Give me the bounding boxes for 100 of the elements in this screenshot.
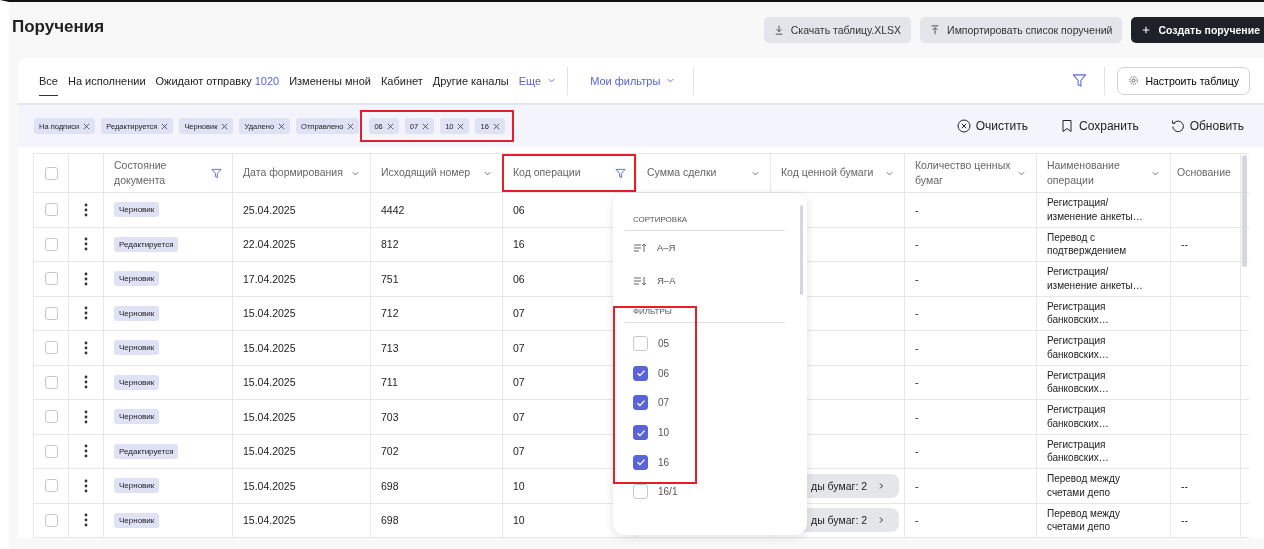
close-icon[interactable] [83, 122, 91, 130]
more-icon[interactable] [84, 306, 88, 321]
row-checkbox[interactable] [44, 375, 58, 389]
filter-option[interactable]: 07 [625, 388, 670, 418]
more-icon[interactable] [84, 444, 88, 459]
more-icon[interactable] [84, 478, 88, 493]
table-cell-text: Регистрация банковских… [1047, 403, 1110, 431]
more-menu[interactable]: Еще [513, 58, 562, 103]
table-cell: 15.04.2025 [243, 376, 296, 389]
tab[interactable]: Ожидают отправку 1020 [150, 58, 285, 103]
table-cell: 07 [513, 376, 525, 389]
table-cell-text: Регистрация/ изменение анкеты… [1047, 265, 1144, 293]
table-cell: 17.04.2025 [243, 272, 296, 285]
checkbox[interactable] [633, 425, 648, 441]
filters-menu[interactable]: Мои фильтры [574, 58, 688, 103]
table-cell: 812 [381, 238, 399, 251]
row-checkbox[interactable] [44, 444, 58, 458]
tab[interactable]: На исполнении [62, 58, 151, 103]
row-checkbox[interactable] [44, 513, 58, 527]
row-checkbox[interactable] [44, 203, 58, 217]
close-icon[interactable] [161, 122, 169, 130]
table-cell-text: Регистрация банковских… [1047, 334, 1110, 362]
table-cell: 15.04.2025 [243, 307, 296, 320]
row-checkbox[interactable] [44, 341, 58, 355]
filter-icon[interactable] [211, 167, 222, 179]
filter-action-button[interactable]: Очистить [950, 118, 1034, 134]
table-cell-text: Регистрация банковских… [1047, 299, 1110, 327]
more-icon[interactable] [84, 237, 88, 252]
status-badge: Редактируется [114, 443, 179, 459]
column-header[interactable]: Состояние документа [103, 154, 232, 192]
filter-action-button[interactable]: Обновить [1164, 118, 1250, 134]
filter-option[interactable]: 05 [625, 329, 670, 359]
table-cell: 16 [513, 238, 525, 251]
checkbox[interactable] [633, 336, 648, 352]
action-button[interactable]: Создать поручение [1131, 17, 1264, 43]
scrollbar[interactable] [1242, 155, 1247, 267]
sort-option[interactable]: Я–А [625, 264, 676, 297]
row-checkbox[interactable] [44, 272, 58, 286]
table-cell: 22.04.2025 [243, 238, 296, 251]
checkbox[interactable] [633, 365, 648, 381]
table-cell: 15.04.2025 [243, 479, 296, 492]
more-icon[interactable] [84, 409, 88, 424]
filter-option[interactable]: 16/1 [625, 476, 678, 507]
table-cell: 15.04.2025 [243, 410, 296, 423]
page-title: Поручения [12, 17, 106, 37]
checkbox[interactable] [633, 395, 648, 411]
more-icon[interactable] [84, 340, 88, 355]
table-cell: -- [1181, 238, 1188, 251]
filter-option[interactable]: 06 [625, 358, 670, 389]
more-icon[interactable] [84, 513, 88, 528]
close-icon[interactable] [278, 122, 286, 130]
filter-option[interactable]: 10 [625, 417, 670, 448]
column-header[interactable]: Код операции [502, 154, 636, 192]
close-icon[interactable] [386, 122, 394, 130]
tab[interactable]: Изменены мной [284, 58, 376, 103]
close-icon[interactable] [221, 122, 229, 130]
filter-option[interactable]: 16 [625, 447, 670, 477]
row-checkbox[interactable] [44, 410, 58, 424]
more-icon[interactable] [84, 375, 88, 390]
status-badge: Черновик [114, 512, 160, 528]
row-checkbox[interactable] [44, 479, 58, 493]
status-badge: Редактируется [114, 236, 179, 252]
tab[interactable]: Кабинет [375, 58, 428, 103]
status-badge: Черновик [114, 202, 160, 218]
table-cell: 698 [381, 514, 399, 527]
column-header[interactable]: Код ценной бумаги [770, 154, 904, 192]
refresh-icon [1170, 119, 1185, 133]
table-cell-text: Перевод между счетами депо [1047, 472, 1121, 500]
table-cell: -- [1181, 514, 1188, 527]
filter-icon[interactable] [1072, 73, 1088, 88]
sort-option[interactable]: А–Я [625, 231, 676, 264]
column-header[interactable]: Дата формирования [232, 154, 370, 192]
checkbox[interactable] [633, 454, 648, 470]
more-icon[interactable] [84, 202, 88, 217]
tab[interactable]: Все [34, 58, 63, 103]
table-cell-text: Регистрация/ изменение анкеты… [1047, 196, 1144, 224]
select-all-checkbox[interactable] [44, 166, 58, 180]
close-icon[interactable] [347, 122, 355, 130]
filter-action-button[interactable]: Сохранить [1054, 118, 1145, 134]
chevron-icon [547, 76, 557, 85]
close-icon[interactable] [492, 122, 500, 130]
close-icon[interactable] [422, 122, 430, 130]
action-button[interactable]: Скачать таблицу.XLSX [763, 17, 912, 43]
column-header[interactable]: Наименование операции [1036, 154, 1170, 192]
column-header[interactable]: Количество ценных бумаг [904, 154, 1036, 192]
column-header[interactable]: Сумма сделки [636, 154, 770, 192]
row-checkbox[interactable] [44, 237, 58, 251]
action-button[interactable]: Импортировать список поручений [920, 17, 1123, 43]
table-cell: - [915, 203, 919, 216]
tab[interactable]: Другие каналы [427, 58, 514, 103]
close-icon[interactable] [457, 122, 465, 130]
column-header[interactable]: Исходящий номер [370, 154, 502, 192]
table-cell: - [915, 238, 919, 251]
more-icon[interactable] [84, 271, 88, 286]
checkbox[interactable] [633, 484, 648, 500]
table-cell: - [915, 479, 919, 492]
filter-icon[interactable] [615, 167, 626, 179]
table-settings-button[interactable]: Настроить таблицу [1117, 66, 1250, 95]
scrollbar[interactable] [800, 205, 803, 295]
row-checkbox[interactable] [44, 306, 58, 320]
